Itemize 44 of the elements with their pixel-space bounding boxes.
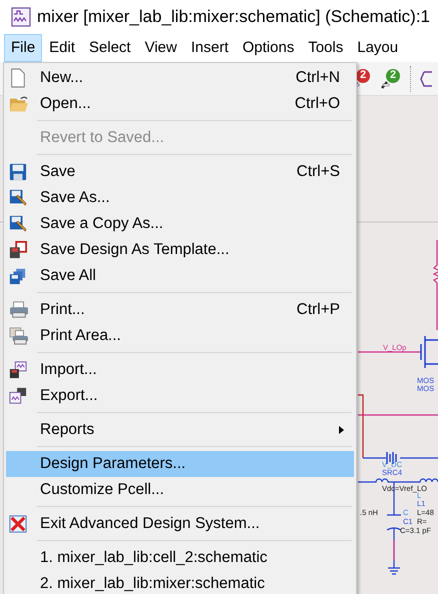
window-title: mixer [mixer_lab_lib:mixer:schematic] (Schematic):1 [37,6,430,26]
shortcut-label: Ctrl+P [296,301,340,319]
badge-number: 2 [390,68,396,80]
printer-icon [9,327,29,345]
shortcut-label: Ctrl+S [296,163,340,181]
export-icon [9,387,27,405]
menu-item[interactable]: Exit Advanced Design System... [6,511,354,537]
floppy-stack-icon [9,267,27,285]
menu[interactable]: Select [82,34,138,62]
menu-item[interactable]: Save All [6,263,354,289]
menu-item[interactable]: Customize Pcell... [6,477,354,503]
menu-item[interactable]: Save a Copy As... [6,211,354,237]
menu-item[interactable]: Print Area... [6,323,354,349]
badge-number: 2 [360,68,366,80]
menu-item[interactable]: Reports [6,417,354,443]
menu-item[interactable]: Import... [6,357,354,383]
menu-item[interactable]: Open... Ctrl+O [6,91,354,117]
floppy-pencil-icon [9,189,27,207]
floppy-window-icon [9,241,27,259]
printer-icon [9,301,29,319]
menu-item[interactable]: Save Ctrl+S [6,159,354,185]
import-icon [9,361,27,379]
menu-item[interactable]: Print... Ctrl+P [6,297,354,323]
menu[interactable]: View [138,34,184,62]
document-icon [9,68,27,88]
menu-item[interactable]: Export... [6,383,354,409]
menu-item[interactable]: Design Parameters... [6,451,354,477]
menu[interactable]: Layou [350,34,406,62]
hexagon-icon[interactable] [420,70,434,86]
menu[interactable]: Insert [184,34,236,62]
menu[interactable]: Options [236,34,302,62]
folder-icon [9,95,29,113]
menu[interactable]: File [4,34,42,62]
menu[interactable]: Edit [42,34,82,62]
shortcut-label: Ctrl+N [296,69,340,87]
schematic-icon [11,6,31,26]
menu-item[interactable]: Save As... [6,185,354,211]
shortcut-label: Ctrl+O [294,95,340,113]
menu-item[interactable]: 2. mixer_lab_lib:mixer:schematic [6,571,354,594]
menu[interactable]: Tools [301,34,350,62]
floppy-pencil-icon [9,215,27,233]
close-icon [9,515,27,533]
menu-item[interactable]: Save Design As Template... [6,237,354,263]
menu-item[interactable]: 1. mixer_lab_lib:cell_2:schematic [6,545,354,571]
